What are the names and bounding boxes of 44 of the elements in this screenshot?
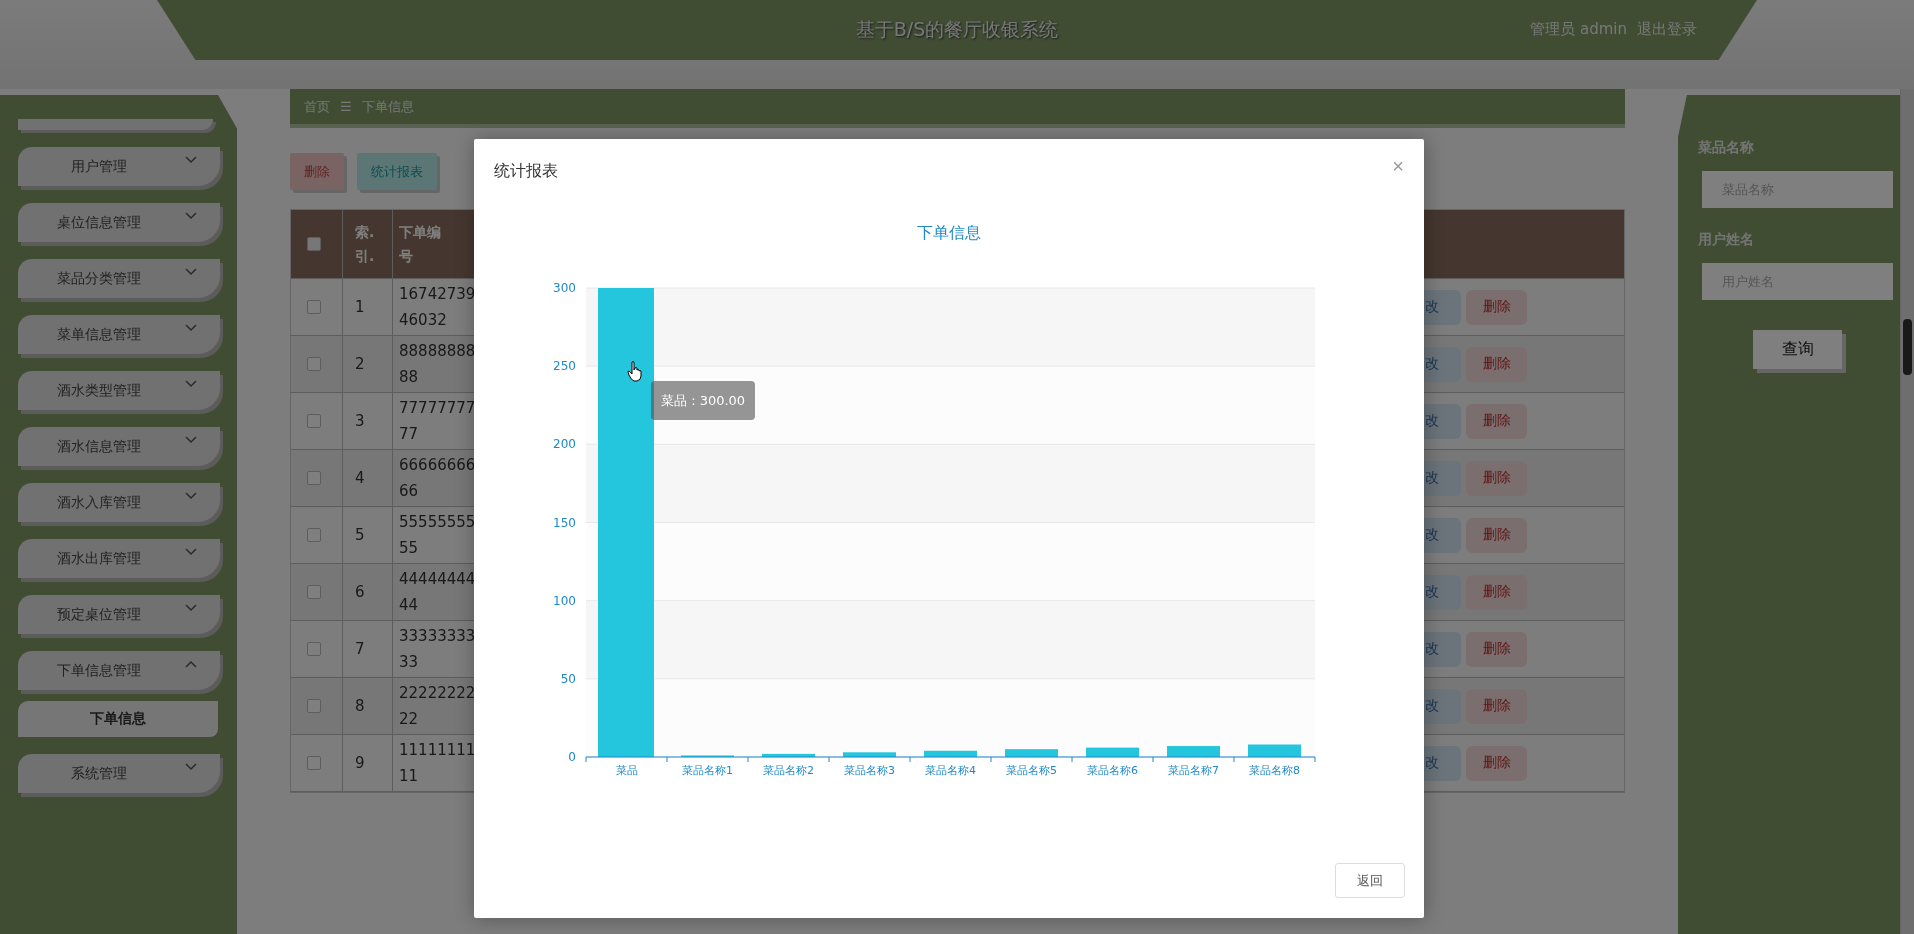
user-label: 管理员 admin [1530, 20, 1627, 39]
axis-tick-label: 150 [553, 515, 576, 530]
chart-title: 下单信息 [917, 223, 981, 244]
category-label: 菜品名称1 [682, 764, 733, 777]
category-label: 菜品名称2 [763, 764, 814, 777]
table-cell: 2 [355, 355, 365, 373]
dialog-title: 统计报表 [494, 160, 558, 182]
field-label: 菜品名称 [1698, 139, 1755, 157]
breadcrumb-separator: ☰ [340, 99, 352, 114]
axis-tick-label: 100 [553, 593, 576, 608]
chart-tooltip: 菜品 : 300.00 [651, 381, 756, 420]
table-cell-text: 1674273946032 [399, 283, 477, 331]
axis-tick-label: 0 [568, 750, 576, 764]
table-cell: 9 [355, 754, 365, 772]
table-cell-text: 4444444444 [399, 568, 477, 616]
table-cell: 3 [355, 412, 365, 430]
category-label: 菜品名称8 [1249, 764, 1300, 777]
table-cell-text: 6666666666 [399, 454, 477, 502]
column-header: 下单编号 [399, 222, 442, 266]
category-label: 菜品名称7 [1168, 764, 1219, 777]
category-label: 菜品 [615, 764, 638, 777]
table-cell: 7 [355, 640, 365, 658]
table-cell-text: 7777777777 [399, 397, 477, 445]
table-cell: 6 [355, 583, 365, 601]
axis-tick-label: 200 [553, 437, 576, 452]
table-cell-text: 3333333333 [399, 625, 477, 673]
table-cell: 4 [355, 469, 365, 487]
field-label: 用户姓名 [1698, 231, 1755, 249]
table-cell: 8 [355, 697, 365, 715]
category-label: 菜品名称6 [1087, 764, 1138, 777]
table-cell-text: 2222222222 [399, 682, 477, 730]
app-title: 基于B/S的餐厅收银系统 [855, 17, 1059, 42]
table-cell-text: 8888888888 [399, 340, 477, 388]
category-label: 菜品名称3 [844, 764, 895, 777]
axis-tick-label: 50 [560, 671, 576, 686]
axis-tick-label: 250 [553, 359, 576, 374]
table-cell: 5 [355, 526, 365, 544]
category-label: 菜品名称5 [1006, 764, 1057, 777]
table-cell-text: 5555555555 [399, 511, 477, 559]
category-label: 菜品名称4 [925, 764, 976, 777]
table-cell: 1 [355, 298, 365, 316]
table-cell-text: 1111111111 [399, 739, 477, 787]
column-header: 索.引. [355, 222, 376, 266]
axis-tick-label: 300 [553, 281, 576, 295]
